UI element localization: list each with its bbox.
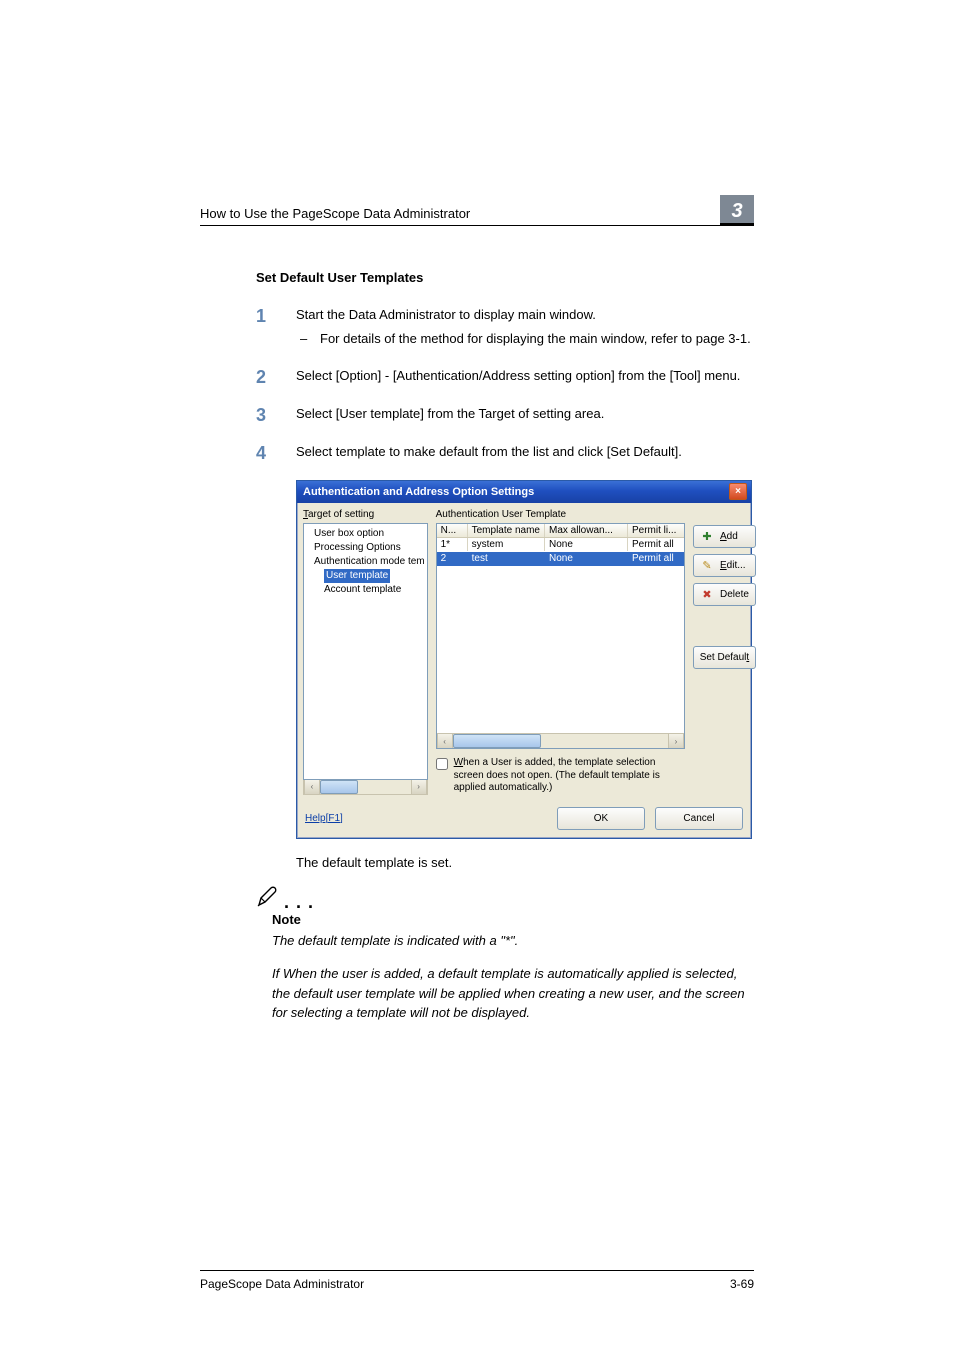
col-number[interactable]: N... bbox=[437, 524, 468, 537]
chapter-number: 3 bbox=[731, 200, 742, 223]
add-icon: ✚ bbox=[700, 530, 714, 544]
cell-name: system bbox=[468, 538, 545, 551]
scroll-left-icon[interactable]: ‹ bbox=[437, 734, 453, 748]
dialog-body: Target of setting User box option Proces… bbox=[297, 503, 751, 801]
tree-item-processing[interactable]: Processing Options bbox=[306, 541, 425, 555]
add-button[interactable]: ✚ Add bbox=[693, 525, 756, 548]
footer-right: 3-69 bbox=[730, 1277, 754, 1291]
cell-max: None bbox=[545, 552, 628, 565]
auto-apply-checkbox[interactable] bbox=[436, 758, 448, 770]
option-settings-dialog: Authentication and Address Option Settin… bbox=[296, 480, 752, 839]
cell-name: test bbox=[468, 552, 545, 565]
col-permit[interactable]: Permit li... bbox=[628, 524, 684, 537]
result-caption: The default template is set. bbox=[296, 855, 754, 870]
cell-n: 1* bbox=[437, 538, 468, 551]
close-button[interactable]: × bbox=[729, 483, 747, 500]
pen-icon bbox=[256, 884, 280, 908]
ok-button[interactable]: OK bbox=[557, 807, 645, 830]
footer-left: PageScope Data Administrator bbox=[200, 1277, 364, 1291]
close-icon: × bbox=[735, 487, 741, 497]
set-default-button-label: Set Default bbox=[700, 652, 749, 663]
note-dots: . . . bbox=[284, 897, 314, 908]
tree-label-rest: arget of setting bbox=[308, 509, 374, 520]
cancel-button-label: Cancel bbox=[683, 813, 714, 824]
delete-icon: ✖ bbox=[700, 588, 714, 602]
dialog-title: Authentication and Address Option Settin… bbox=[303, 486, 534, 498]
running-head-text: How to Use the PageScope Data Administra… bbox=[200, 206, 470, 221]
cell-permit: Permit all bbox=[628, 552, 684, 565]
tree-label: Target of setting bbox=[303, 509, 428, 520]
note-body-1: The default template is indicated with a… bbox=[272, 931, 754, 951]
scroll-right-icon[interactable]: › bbox=[668, 734, 684, 748]
step-4-text: Select template to make default from the… bbox=[296, 444, 682, 459]
step-2: Select [Option] - [Authentication/Addres… bbox=[200, 366, 754, 386]
delete-button-label: Delete bbox=[720, 589, 749, 600]
help-link[interactable]: Help[F1] bbox=[305, 813, 343, 824]
table-caption: Authentication User Template bbox=[436, 509, 685, 520]
dialog-footer: Help[F1] OK Cancel bbox=[297, 801, 751, 838]
cancel-button[interactable]: Cancel bbox=[655, 807, 743, 830]
scroll-track[interactable] bbox=[453, 734, 668, 748]
page-footer: PageScope Data Administrator 3-69 bbox=[200, 1270, 754, 1291]
note-label: Note bbox=[272, 912, 754, 927]
add-button-label: Add bbox=[720, 531, 738, 542]
action-buttons: ✚ Add ✎ Edit... ✖ Delete Set Default bbox=[693, 509, 756, 795]
table-body: 1* system None Permit all 2 test None Pe… bbox=[437, 538, 684, 733]
step-1-text: Start the Data Administrator to display … bbox=[296, 307, 596, 322]
button-gap bbox=[693, 612, 756, 640]
dialog-titlebar[interactable]: Authentication and Address Option Settin… bbox=[297, 481, 751, 503]
col-template-name[interactable]: Template name bbox=[468, 524, 545, 537]
scroll-track[interactable] bbox=[320, 780, 411, 794]
scroll-thumb[interactable] bbox=[320, 780, 358, 794]
embedded-dialog-figure: Authentication and Address Option Settin… bbox=[296, 480, 754, 839]
step-1-sub: For details of the method for displaying… bbox=[296, 329, 754, 349]
edit-icon: ✎ bbox=[700, 559, 714, 573]
tree-item-user-box[interactable]: User box option bbox=[306, 527, 425, 541]
button-spacer bbox=[693, 675, 756, 795]
auto-apply-label: When a User is added, the template selec… bbox=[454, 757, 685, 795]
page: How to Use the PageScope Data Administra… bbox=[0, 0, 954, 1351]
tree-item-auth-mode[interactable]: Authentication mode tem bbox=[306, 555, 425, 569]
chapter-number-box: 3 bbox=[720, 195, 754, 225]
step-4: Select template to make default from the… bbox=[200, 442, 754, 462]
tree-item-account-template[interactable]: Account template bbox=[306, 583, 425, 597]
step-2-text: Select [Option] - [Authentication/Addres… bbox=[296, 368, 740, 383]
auto-apply-checkbox-row[interactable]: When a User is added, the template selec… bbox=[436, 757, 685, 795]
scroll-thumb[interactable] bbox=[453, 734, 541, 748]
edit-button-label: Edit... bbox=[720, 560, 746, 571]
target-tree[interactable]: User box option Processing Options Authe… bbox=[303, 523, 428, 780]
tree-scrollbar[interactable]: ‹ › bbox=[303, 780, 428, 795]
edit-button[interactable]: ✎ Edit... bbox=[693, 554, 756, 577]
note-icon-row: . . . bbox=[256, 884, 754, 908]
step-1: Start the Data Administrator to display … bbox=[200, 305, 754, 348]
ok-button-label: OK bbox=[594, 813, 608, 824]
step-3: Select [User template] from the Target o… bbox=[200, 404, 754, 424]
set-default-button[interactable]: Set Default bbox=[693, 646, 756, 669]
table-header[interactable]: N... Template name Max allowan... Permit… bbox=[437, 524, 684, 538]
cell-max: None bbox=[545, 538, 628, 551]
col-max-allowance[interactable]: Max allowan... bbox=[545, 524, 628, 537]
section-heading: Set Default User Templates bbox=[256, 270, 754, 285]
step-list: Start the Data Administrator to display … bbox=[200, 305, 754, 462]
template-table[interactable]: N... Template name Max allowan... Permit… bbox=[436, 523, 685, 749]
delete-button[interactable]: ✖ Delete bbox=[693, 583, 756, 606]
cell-permit: Permit all bbox=[628, 538, 684, 551]
step-3-text: Select [User template] from the Target o… bbox=[296, 406, 604, 421]
tree-column: Target of setting User box option Proces… bbox=[303, 509, 428, 795]
dialog-footer-buttons: OK Cancel bbox=[557, 807, 743, 830]
scroll-right-icon[interactable]: › bbox=[411, 780, 427, 794]
template-table-column: Authentication User Template N... Templa… bbox=[436, 509, 685, 795]
running-head: How to Use the PageScope Data Administra… bbox=[200, 195, 754, 226]
cell-n: 2 bbox=[437, 552, 468, 565]
table-row[interactable]: 2 test None Permit all bbox=[437, 552, 684, 566]
tree-item-user-template[interactable]: User template bbox=[306, 569, 425, 583]
scroll-left-icon[interactable]: ‹ bbox=[304, 780, 320, 794]
table-scrollbar[interactable]: ‹ › bbox=[437, 733, 684, 748]
table-row[interactable]: 1* system None Permit all bbox=[437, 538, 684, 552]
note-body-2: If When the user is added, a default tem… bbox=[272, 964, 754, 1023]
